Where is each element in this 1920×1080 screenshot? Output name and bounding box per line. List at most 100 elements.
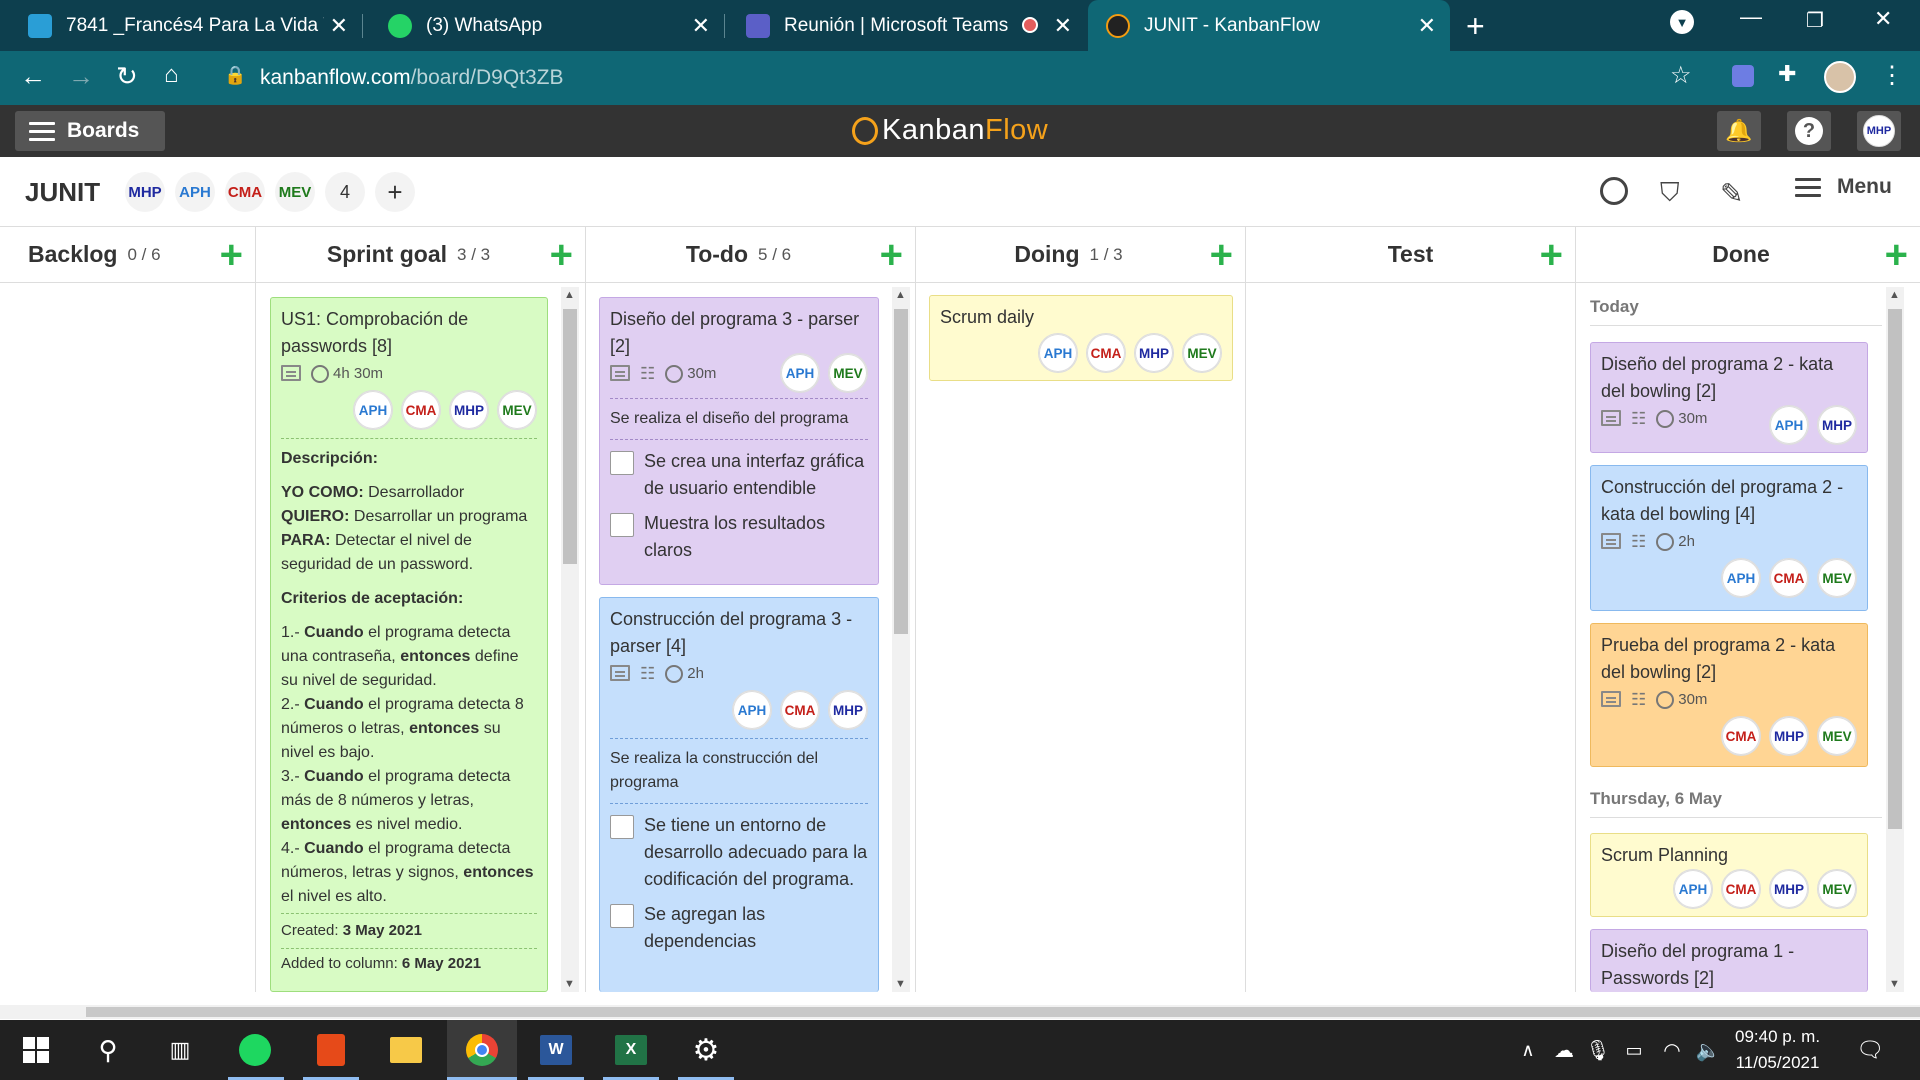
- extensions-puzzle-icon[interactable]: ✚: [1778, 61, 1796, 87]
- user-avatar[interactable]: CMA: [401, 390, 441, 430]
- scroll-down-icon[interactable]: ▼: [895, 978, 906, 990]
- scroll-thumb[interactable]: [1888, 309, 1902, 829]
- subtask-checkbox[interactable]: [610, 815, 634, 839]
- task-card[interactable]: Prueba del programa 2 - kata del bowling…: [1590, 623, 1868, 767]
- notifications-bell-icon[interactable]: 🔔: [1717, 111, 1761, 151]
- scroll-up-icon[interactable]: ▲: [895, 289, 906, 301]
- filter-icon[interactable]: ⛉: [1660, 177, 1680, 209]
- board-horizontal-scrollbar[interactable]: [0, 1005, 1920, 1019]
- column-scrollbar[interactable]: ▲ ▼: [892, 287, 910, 992]
- add-task-button[interactable]: +: [220, 235, 243, 275]
- help-button[interactable]: ?: [1787, 111, 1831, 151]
- show-hidden-icons-chevron-icon[interactable]: ∧: [1510, 1032, 1546, 1068]
- excel-icon[interactable]: X: [613, 1032, 649, 1068]
- scroll-down-icon[interactable]: ▼: [564, 978, 575, 990]
- user-avatar[interactable]: MHP: [449, 390, 489, 430]
- user-avatar[interactable]: CMA: [1721, 869, 1761, 909]
- member-count[interactable]: 4: [325, 172, 365, 212]
- subtask-checkbox[interactable]: [610, 904, 634, 928]
- user-avatar[interactable]: CMA: [1769, 558, 1809, 598]
- user-avatar[interactable]: APH: [732, 690, 772, 730]
- subtask-checkbox[interactable]: [610, 513, 634, 537]
- task-view-icon[interactable]: ▥: [162, 1032, 198, 1068]
- user-avatar[interactable]: MHP: [1769, 716, 1809, 756]
- user-avatar[interactable]: MEV: [1817, 558, 1857, 598]
- member-avatar[interactable]: APH: [175, 172, 215, 212]
- user-avatar[interactable]: CMA: [1086, 333, 1126, 373]
- add-task-button[interactable]: +: [550, 235, 573, 275]
- boards-button[interactable]: Boards: [15, 111, 165, 151]
- column-scrollbar[interactable]: ▲ ▼: [561, 287, 579, 992]
- close-window-icon[interactable]: ✕: [1874, 6, 1892, 32]
- add-member-button[interactable]: +: [375, 172, 415, 212]
- tab-teams[interactable]: Reunión | Microsoft Teams ✕: [724, 0, 1086, 51]
- task-card[interactable]: Diseño del programa 2 - kata del bowling…: [1590, 342, 1868, 453]
- search-icon[interactable]: ⚲: [90, 1032, 126, 1068]
- chrome-icon[interactable]: [464, 1032, 500, 1068]
- add-task-button[interactable]: +: [1885, 235, 1908, 275]
- notification-center-icon[interactable]: 🗨: [1852, 1032, 1888, 1068]
- task-card[interactable]: Construcción del programa 3 - parser [4]…: [599, 597, 879, 992]
- forward-icon[interactable]: →: [68, 61, 94, 92]
- member-avatar[interactable]: MHP: [125, 172, 165, 212]
- extension-translate-icon[interactable]: [1732, 65, 1754, 87]
- volume-icon[interactable]: 🔈: [1690, 1032, 1726, 1068]
- user-avatar[interactable]: APH: [1038, 333, 1078, 373]
- reload-icon[interactable]: ↻: [116, 61, 138, 92]
- new-tab-button[interactable]: +: [1466, 8, 1485, 45]
- minimize-icon[interactable]: —: [1740, 4, 1762, 30]
- add-task-button[interactable]: +: [1540, 235, 1563, 275]
- microphone-icon[interactable]: 🎙: [1580, 1032, 1616, 1068]
- office-icon[interactable]: [313, 1032, 349, 1068]
- close-icon[interactable]: ✕: [330, 13, 348, 39]
- user-avatar[interactable]: MEV: [1817, 716, 1857, 756]
- scroll-up-icon[interactable]: ▲: [564, 289, 575, 301]
- user-avatar[interactable]: APH: [1769, 405, 1809, 445]
- user-avatar[interactable]: APH: [353, 390, 393, 430]
- system-clock[interactable]: 09:40 p. m. 11/05/2021: [1735, 1024, 1820, 1076]
- member-avatar[interactable]: CMA: [225, 172, 265, 212]
- close-icon[interactable]: ✕: [692, 13, 710, 39]
- bookmark-star-icon[interactable]: ☆: [1670, 61, 1692, 90]
- home-icon[interactable]: ⌂: [164, 61, 179, 89]
- subtask[interactable]: Se tiene un entorno de desarrollo adecua…: [610, 812, 868, 893]
- back-icon[interactable]: ←: [20, 61, 46, 92]
- task-card[interactable]: Construcción del programa 2 - kata del b…: [1590, 465, 1868, 611]
- battery-icon[interactable]: ▭: [1616, 1032, 1652, 1068]
- user-avatar[interactable]: MEV: [497, 390, 537, 430]
- subtask[interactable]: Se agregan las dependencias: [610, 901, 868, 955]
- onedrive-cloud-icon[interactable]: ☁: [1546, 1032, 1582, 1068]
- scroll-thumb[interactable]: [86, 1007, 1920, 1017]
- user-avatar[interactable]: MEV: [1817, 869, 1857, 909]
- tab-search-icon[interactable]: ▼: [1670, 10, 1694, 34]
- file-explorer-icon[interactable]: [388, 1032, 424, 1068]
- board-menu-button[interactable]: Menu: [1795, 175, 1892, 199]
- user-avatar[interactable]: APH: [1721, 558, 1761, 598]
- subtask[interactable]: Se crea una interfaz gráfica de usuario …: [610, 448, 868, 502]
- user-avatar[interactable]: MHP: [1769, 869, 1809, 909]
- task-card[interactable]: Diseño del programa 3 - parser [2] ☷ 30m…: [599, 297, 879, 585]
- member-avatar[interactable]: MEV: [275, 172, 315, 212]
- task-card[interactable]: US1: Comprobación de passwords [8] 4h 30…: [270, 297, 548, 992]
- settings-gear-icon[interactable]: ⚙: [688, 1032, 724, 1068]
- scroll-up-icon[interactable]: ▲: [1889, 289, 1900, 301]
- user-avatar[interactable]: MHP: [1817, 405, 1857, 445]
- scroll-down-icon[interactable]: ▼: [1889, 978, 1900, 990]
- restore-icon[interactable]: ❐: [1806, 8, 1824, 33]
- task-card[interactable]: Scrum Planning APH CMA MHP MEV: [1590, 833, 1868, 917]
- user-avatar[interactable]: MEV: [828, 353, 868, 393]
- user-avatar[interactable]: APH: [1673, 869, 1713, 909]
- user-menu-button[interactable]: MHP: [1857, 111, 1901, 151]
- user-avatar[interactable]: CMA: [1721, 716, 1761, 756]
- url-bar[interactable]: kanbanflow.com/board/D9Qt3ZB: [260, 66, 564, 90]
- tab-whatsapp[interactable]: (3) WhatsApp ✕: [362, 0, 724, 51]
- user-avatar[interactable]: MEV: [1182, 333, 1222, 373]
- close-icon[interactable]: ✕: [1054, 13, 1072, 39]
- time-tracking-icon[interactable]: [1600, 177, 1628, 205]
- task-card[interactable]: Scrum daily APH CMA MHP MEV: [929, 295, 1233, 381]
- wifi-icon[interactable]: ◠: [1654, 1032, 1690, 1068]
- add-task-button[interactable]: +: [1210, 235, 1233, 275]
- user-avatar[interactable]: MHP: [1134, 333, 1174, 373]
- close-icon[interactable]: ✕: [1418, 13, 1436, 39]
- add-task-button[interactable]: +: [880, 235, 903, 275]
